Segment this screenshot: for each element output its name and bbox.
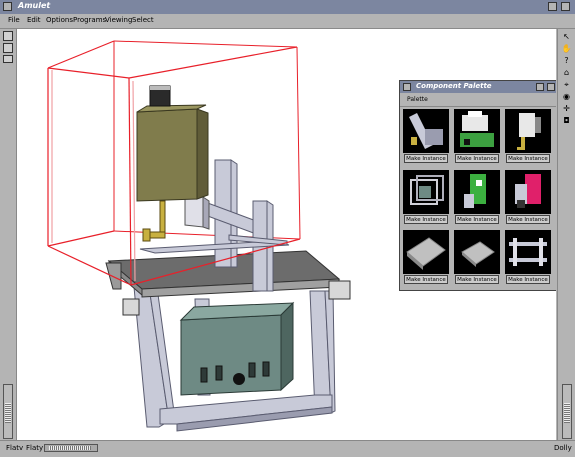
make-instance-button[interactable]: Make Instance: [404, 154, 448, 163]
right-thumbwheel[interactable]: [562, 384, 572, 439]
palette-title-bar[interactable]: Component Palette: [400, 81, 556, 93]
printer-body: [136, 108, 198, 202]
menu-bar: File Edit Options Programs Viewing Selec…: [0, 14, 575, 29]
green-printer-icon[interactable]: [454, 109, 500, 153]
palette-item: Make Instance: [402, 230, 450, 284]
palette-item: Make Instance: [504, 170, 552, 224]
main-window: Amulet File Edit Options Programs Viewin…: [0, 0, 575, 457]
left-thumbwheel[interactable]: [3, 384, 13, 439]
view-icon[interactable]: [3, 31, 13, 41]
status-dolly: Dolly: [554, 444, 572, 452]
frame-icon[interactable]: [3, 55, 13, 63]
menu-edit[interactable]: Edit: [27, 16, 41, 24]
flat-plate-icon[interactable]: [403, 230, 449, 274]
menu-options[interactable]: Options: [46, 16, 73, 24]
component-palette: Component Palette Palette Make Instance …: [399, 80, 556, 291]
yellow-gripper-icon[interactable]: [505, 109, 551, 153]
palette-item: Make Instance: [453, 170, 501, 224]
window-menu-button[interactable]: [3, 2, 12, 11]
palette-menu-button[interactable]: [403, 83, 411, 91]
make-instance-button[interactable]: Make Instance: [455, 275, 499, 284]
small-plate-icon[interactable]: [454, 230, 500, 274]
left-toolbar: [0, 29, 17, 440]
menu-viewing[interactable]: Viewing: [105, 16, 132, 24]
eye-icon[interactable]: ◉: [561, 91, 572, 102]
palette-title: Component Palette: [416, 82, 492, 90]
crosshair-icon[interactable]: ✛: [561, 103, 572, 114]
palette-maximize-button[interactable]: [547, 83, 555, 91]
help-icon[interactable]: ?: [561, 55, 572, 66]
palette-minimize-button[interactable]: [536, 83, 544, 91]
bracket-arm-icon[interactable]: [403, 109, 449, 153]
make-instance-button[interactable]: Make Instance: [506, 215, 550, 224]
palette-item: Make Instance: [453, 109, 501, 163]
palette-item: Make Instance: [504, 109, 552, 163]
palette-item: Make Instance: [402, 109, 450, 163]
status-flaty: Flaty: [26, 444, 44, 452]
camera-icon[interactable]: ◘: [561, 115, 572, 126]
home-icon[interactable]: ⌂: [561, 67, 572, 78]
layout-icon[interactable]: [3, 43, 13, 53]
hand-icon[interactable]: ✋: [561, 43, 572, 54]
cage-frame-icon[interactable]: [403, 170, 449, 214]
make-instance-button[interactable]: Make Instance: [455, 215, 499, 224]
arrow-icon[interactable]: ↖: [561, 31, 572, 42]
right-toolbar: ↖ ✋ ? ⌂ ⌖ ◉ ✛ ◘: [557, 29, 575, 440]
palette-item: Make Instance: [504, 230, 552, 284]
make-instance-button[interactable]: Make Instance: [404, 215, 448, 224]
minimize-button[interactable]: [548, 2, 557, 11]
pink-clamp-icon[interactable]: [505, 170, 551, 214]
controller-box: [180, 314, 282, 396]
green-clamp-icon[interactable]: [454, 170, 500, 214]
status-flatv: Flatv: [6, 444, 24, 452]
i-beam-icon[interactable]: [505, 230, 551, 274]
status-bar: Flatv Flaty Dolly: [0, 440, 575, 457]
title-bar[interactable]: Amulet: [0, 0, 575, 15]
bottom-thumbwheel[interactable]: [44, 444, 98, 452]
window-title: Amulet: [18, 1, 51, 10]
pin-icon[interactable]: ⌖: [561, 79, 572, 90]
palette-menu-item[interactable]: Palette: [407, 96, 428, 103]
yellow-arm: [142, 200, 166, 242]
3d-viewport[interactable]: Component Palette Palette Make Instance …: [17, 29, 556, 440]
make-instance-button[interactable]: Make Instance: [506, 154, 550, 163]
palette-item: Make Instance: [453, 230, 501, 284]
make-instance-button[interactable]: Make Instance: [455, 154, 499, 163]
menu-select[interactable]: Select: [132, 16, 154, 24]
maximize-button[interactable]: [561, 2, 570, 11]
make-instance-button[interactable]: Make Instance: [404, 275, 448, 284]
menu-file[interactable]: File: [8, 16, 20, 24]
palette-item: Make Instance: [402, 170, 450, 224]
palette-menu-bar: Palette: [400, 94, 556, 107]
menu-programs[interactable]: Programs: [73, 16, 106, 24]
make-instance-button[interactable]: Make Instance: [506, 275, 550, 284]
